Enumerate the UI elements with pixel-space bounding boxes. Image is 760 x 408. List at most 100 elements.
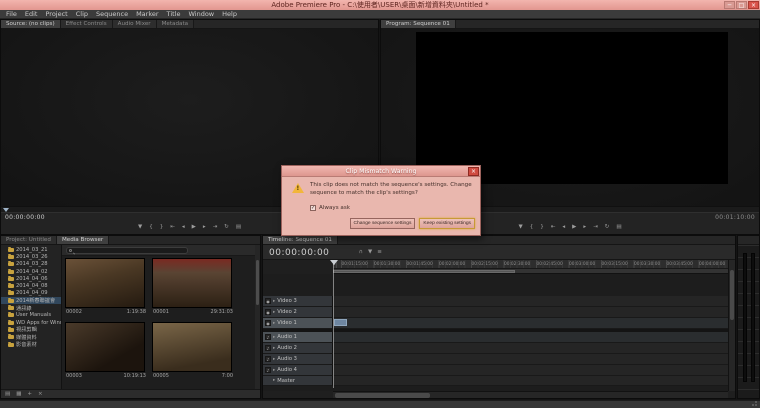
always-ask-checkbox[interactable]: ✓ Always ask xyxy=(310,205,350,211)
track-header-master[interactable]: ▸ Master xyxy=(263,376,333,386)
maximize-button[interactable]: □ xyxy=(736,1,747,9)
program-video[interactable] xyxy=(416,32,728,184)
menu-edit[interactable]: Edit xyxy=(21,10,42,19)
video-toggle-icon[interactable]: ◉ xyxy=(265,320,271,326)
keep-existing-settings-button[interactable]: Keep existing settings xyxy=(419,218,475,229)
tree-item[interactable]: WD Apps for Windows xyxy=(1,319,61,326)
source-current-timecode[interactable]: 00:00:00:00 xyxy=(5,214,45,221)
panel-menu-icon[interactable]: ≡ xyxy=(377,249,382,255)
project-scrollbar[interactable] xyxy=(255,245,260,389)
tree-item[interactable]: 2014_04_06 xyxy=(1,275,61,282)
menu-clip[interactable]: Clip xyxy=(72,10,92,19)
tree-item[interactable]: 2014_04_09 xyxy=(1,290,61,297)
scrollbar-thumb[interactable] xyxy=(335,393,430,398)
video-toggle-icon[interactable]: ◉ xyxy=(265,298,271,304)
video-toggle-icon[interactable]: ◉ xyxy=(265,309,271,315)
tree-item[interactable]: 2014_03_28 xyxy=(1,261,61,268)
playhead-line[interactable] xyxy=(333,260,334,388)
track-header-audio-4[interactable]: ♪ ▸ Audio 4 xyxy=(263,365,333,376)
source-playhead-icon[interactable] xyxy=(3,208,9,212)
tab-program[interactable]: Program: Sequence 01 xyxy=(381,20,456,28)
play-icon[interactable]: ▶ xyxy=(192,222,196,233)
track-header-audio-3[interactable]: ♪ ▸ Audio 3 xyxy=(263,354,333,365)
timeline-vscrollbar[interactable] xyxy=(728,260,735,391)
icon-view-icon[interactable]: ▦ xyxy=(16,390,21,399)
snap-icon[interactable]: ∩ xyxy=(359,249,363,255)
tree-item[interactable]: 通訊錄 xyxy=(1,304,61,311)
collapse-icon[interactable]: ▸ xyxy=(273,357,275,362)
track-lane-video-2[interactable] xyxy=(333,307,728,318)
collapse-icon[interactable]: ▸ xyxy=(273,378,275,383)
go-to-out-icon[interactable]: ⇥ xyxy=(593,222,598,233)
collapse-icon[interactable]: ▸ xyxy=(273,310,275,315)
media-thumbnail[interactable]: 000057:00 xyxy=(152,322,234,379)
collapse-icon[interactable]: ▸ xyxy=(273,346,275,351)
menu-file[interactable]: File xyxy=(2,10,21,19)
checkbox-check-icon[interactable]: ✓ xyxy=(310,205,316,211)
menu-sequence[interactable]: Sequence xyxy=(92,10,132,19)
tab-media-browser[interactable]: Media Browser xyxy=(57,236,109,244)
tree-item[interactable]: 視訊剪輯 xyxy=(1,326,61,333)
go-to-out-icon[interactable]: ⇥ xyxy=(213,222,218,233)
list-view-icon[interactable]: ▤ xyxy=(5,390,10,399)
search-input[interactable] xyxy=(66,247,188,254)
step-forward-icon[interactable]: ▸ xyxy=(203,222,206,233)
menu-title[interactable]: Title xyxy=(163,10,185,19)
media-thumbnail[interactable]: 0000129:31:03 xyxy=(152,258,234,315)
add-marker-icon[interactable]: ▼ xyxy=(518,222,522,233)
menu-window[interactable]: Window xyxy=(184,10,218,19)
step-back-icon[interactable]: ◂ xyxy=(562,222,565,233)
tab-source[interactable]: Source: (no clips) xyxy=(1,20,61,28)
mark-in-icon[interactable]: { xyxy=(530,222,534,233)
track-lane-master[interactable] xyxy=(333,376,728,386)
media-thumbnail[interactable]: 0000310:19:13 xyxy=(65,322,147,379)
media-thumbnail[interactable]: 000021:19:38 xyxy=(65,258,147,315)
collapse-icon[interactable]: ▸ xyxy=(273,368,275,373)
tree-item[interactable]: User Manuals xyxy=(1,312,61,319)
menu-project[interactable]: Project xyxy=(41,10,71,19)
close-button[interactable]: × xyxy=(748,1,759,9)
timeline-timecode[interactable]: 00:00:00:00 xyxy=(269,248,329,258)
track-lane-audio-4[interactable] xyxy=(333,365,728,376)
tab-project[interactable]: Project: Untitled xyxy=(1,236,57,244)
tab-timeline[interactable]: Timeline: Sequence 01 xyxy=(263,236,338,244)
tab-effect-controls[interactable]: Effect Controls xyxy=(61,20,113,28)
tree-item[interactable]: 2014_03_21 xyxy=(1,246,61,253)
track-lane-audio-1[interactable] xyxy=(333,332,728,343)
tree-item[interactable]: 影音素材 xyxy=(1,341,61,348)
tree-item[interactable]: 2014_04_02 xyxy=(1,268,61,275)
scrollbar-thumb[interactable] xyxy=(256,260,259,305)
go-to-in-icon[interactable]: ⇤ xyxy=(551,222,556,233)
dialog-titlebar[interactable]: Clip Mismatch Warning xyxy=(282,166,480,177)
dialog-close-button[interactable]: × xyxy=(468,167,479,176)
step-back-icon[interactable]: ◂ xyxy=(182,222,185,233)
change-sequence-settings-button[interactable]: Change sequence settings xyxy=(350,218,416,229)
new-bin-icon[interactable]: + xyxy=(27,390,32,399)
track-lane-video-3[interactable] xyxy=(333,296,728,307)
tree-item[interactable]: 媒體資料 xyxy=(1,334,61,341)
resize-grip-icon[interactable] xyxy=(755,404,757,406)
tab-audio-mixer[interactable]: Audio Mixer xyxy=(113,20,157,28)
track-header-video-3[interactable]: ◉ ▸ Video 3 xyxy=(263,296,333,307)
audio-toggle-icon[interactable]: ♪ xyxy=(265,367,271,373)
mark-in-icon[interactable]: { xyxy=(149,222,153,233)
go-to-in-icon[interactable]: ⇤ xyxy=(170,222,175,233)
tree-item-selected[interactable]: 2014新春聯誼會 xyxy=(1,297,61,304)
track-lane-audio-3[interactable] xyxy=(333,354,728,365)
track-lane-video-1[interactable] xyxy=(333,318,728,329)
track-header-video-2[interactable]: ◉ ▸ Video 2 xyxy=(263,307,333,318)
sequence-marker-icon[interactable]: ▼ xyxy=(368,249,372,255)
mark-out-icon[interactable]: } xyxy=(160,222,164,233)
loop-icon[interactable]: ↻ xyxy=(605,222,610,233)
export-frame-icon[interactable]: ▤ xyxy=(236,222,241,233)
audio-toggle-icon[interactable]: ♪ xyxy=(265,345,271,351)
track-header-audio-1[interactable]: ♪ ▸ Audio 1 xyxy=(263,332,333,343)
audio-toggle-icon[interactable]: ♪ xyxy=(265,334,271,340)
collapse-icon[interactable]: ▸ xyxy=(273,335,275,340)
time-ruler[interactable]: 00:01:00:00 00:01:15:00 00:01:30:00 00:0… xyxy=(333,260,728,269)
tree-item[interactable]: 2014_03_26 xyxy=(1,253,61,260)
export-frame-icon[interactable]: ▤ xyxy=(616,222,621,233)
track-lane-audio-2[interactable] xyxy=(333,343,728,354)
tree-item[interactable]: 2014_04_08 xyxy=(1,282,61,289)
track-header-video-1[interactable]: ◉ ▸ Video 1 xyxy=(263,318,333,329)
